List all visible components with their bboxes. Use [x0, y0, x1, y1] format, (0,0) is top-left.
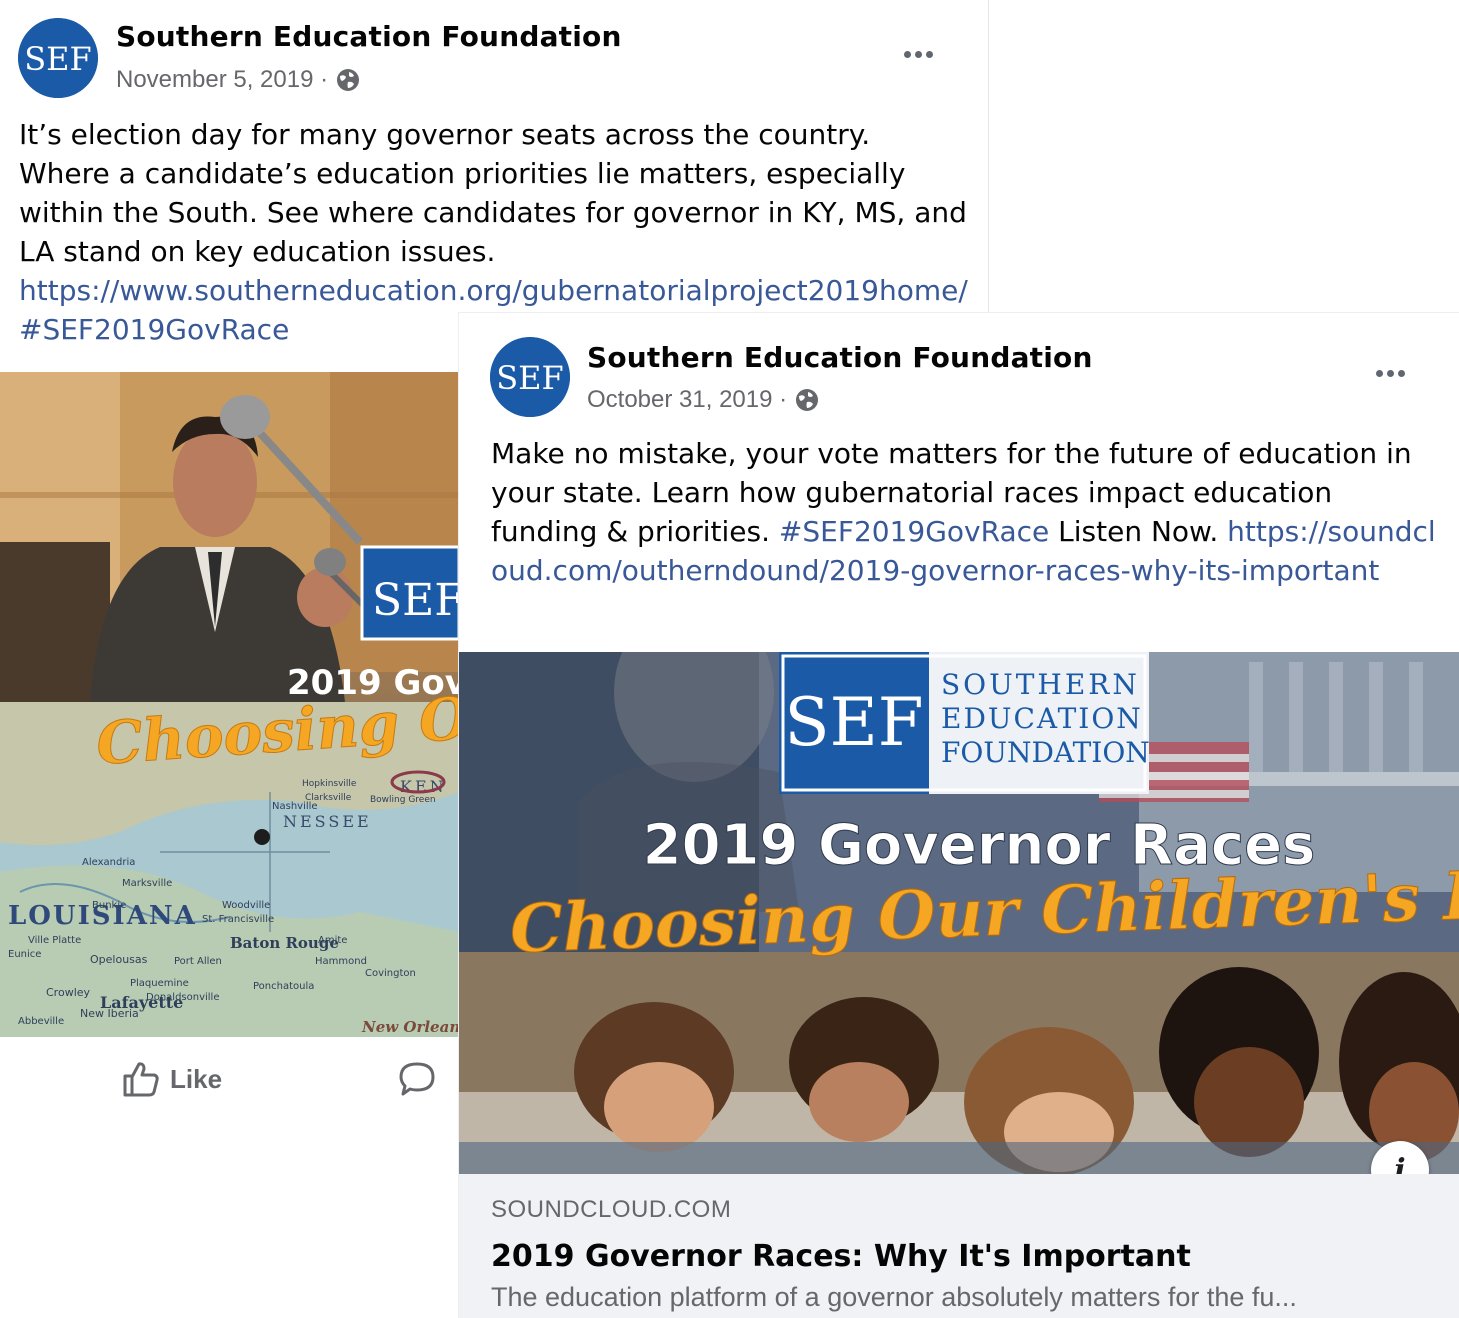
map-label: Eunice	[8, 949, 41, 960]
post-author[interactable]: Southern Education Foundation	[116, 20, 622, 53]
map-label: Alexandria	[82, 857, 135, 868]
comment-icon	[399, 1062, 435, 1096]
thumbs-up-icon	[123, 1062, 159, 1097]
post-image-choosing-our-childrens-future[interactable]: SEF 2019 Gov Choosing Our C LOUISIANA Ba…	[0, 372, 459, 1037]
globe-icon	[337, 69, 360, 91]
map-label: Woodville	[222, 900, 270, 911]
post-hashtag[interactable]: #SEF2019GovRace	[779, 515, 1049, 548]
post-meta: November 5, 2019 ·	[116, 66, 360, 94]
map-label: New Iberia	[80, 1007, 139, 1020]
dot-icon	[914, 50, 922, 58]
image-logo-mark: SEF	[784, 684, 923, 761]
map-label: Ponchatoula	[253, 981, 314, 992]
post-date[interactable]: November 5, 2019 ·	[116, 66, 328, 94]
sef-avatar[interactable]: SEF	[18, 18, 98, 98]
map-label: Amite	[318, 935, 347, 946]
post-hashtag[interactable]: #SEF2019GovRace	[19, 313, 289, 346]
dot-icon	[1397, 369, 1405, 377]
map-label: St. Francisville	[202, 914, 274, 925]
avatar-logo-text: SEF	[496, 359, 563, 397]
map-label: Marksville	[122, 878, 172, 889]
link-title[interactable]: 2019 Governor Races: Why It's Important	[491, 1239, 1191, 1274]
post-message: It’s election day for many governor seat…	[19, 118, 967, 268]
dot-icon	[925, 50, 933, 58]
post-message-end: Listen Now.	[1058, 515, 1219, 548]
map-label: Hammond	[315, 956, 367, 967]
comment-button[interactable]	[398, 1060, 436, 1098]
dot-icon	[903, 50, 911, 58]
link-preview-card[interactable]: SOUNDCLOUD.COM 2019 Governor Races: Why …	[459, 1174, 1459, 1318]
map-label: Donaldsonville	[146, 992, 219, 1003]
sef-avatar[interactable]: SEF	[490, 337, 570, 417]
map-label: Abbeville	[18, 1016, 64, 1027]
post-author[interactable]: Southern Education Foundation	[587, 341, 1093, 374]
map-label: Bunkie	[92, 900, 126, 911]
map-label: Nashville	[272, 801, 318, 812]
avatar-logo-text: SEF	[24, 40, 91, 78]
image-logo-line2: EDUCATION	[941, 702, 1143, 735]
facebook-post-oct-31: SEF Southern Education Foundation Octobe…	[459, 313, 1459, 1318]
post-date[interactable]: October 31, 2019 ·	[587, 386, 787, 414]
post-image-2019-governor-races[interactable]: SEF SOUTHERN EDUCATION FOUNDATION 2019 G…	[459, 652, 1459, 1174]
map-label: Hopkinsville	[302, 779, 357, 789]
dot-icon	[1375, 369, 1383, 377]
more-options-button[interactable]	[898, 44, 938, 64]
map-label: Crowley	[46, 986, 91, 999]
map-label: Plaquemine	[130, 978, 189, 989]
map-label: Ville Platte	[28, 935, 81, 946]
map-label: Covington	[365, 968, 416, 979]
dot-icon	[1386, 369, 1394, 377]
more-options-button[interactable]	[1370, 363, 1410, 383]
post-text-block: Make no mistake, your vote matters for t…	[491, 434, 1441, 590]
post-meta: October 31, 2019 ·	[587, 386, 819, 414]
map-label: Port Allen	[174, 956, 222, 967]
link-domain: SOUNDCLOUD.COM	[491, 1196, 732, 1223]
image-logo-text: SEF	[372, 575, 459, 626]
image-logo-line3: FOUNDATION	[941, 736, 1150, 769]
map-label: New Orlean	[361, 1018, 459, 1036]
map-label: Opelousas	[90, 953, 148, 966]
like-label: Like	[170, 1063, 223, 1094]
link-description: The education platform of a governor abs…	[491, 1282, 1297, 1312]
post-link[interactable]: https://www.southerneducation.org/gubern…	[19, 274, 968, 307]
map-label: Bowling Green	[370, 795, 436, 805]
image-logo-line1: SOUTHERN	[941, 668, 1140, 701]
map-label: NESSEE	[283, 812, 372, 831]
globe-icon	[796, 389, 819, 411]
like-button[interactable]: Like	[122, 1060, 222, 1098]
